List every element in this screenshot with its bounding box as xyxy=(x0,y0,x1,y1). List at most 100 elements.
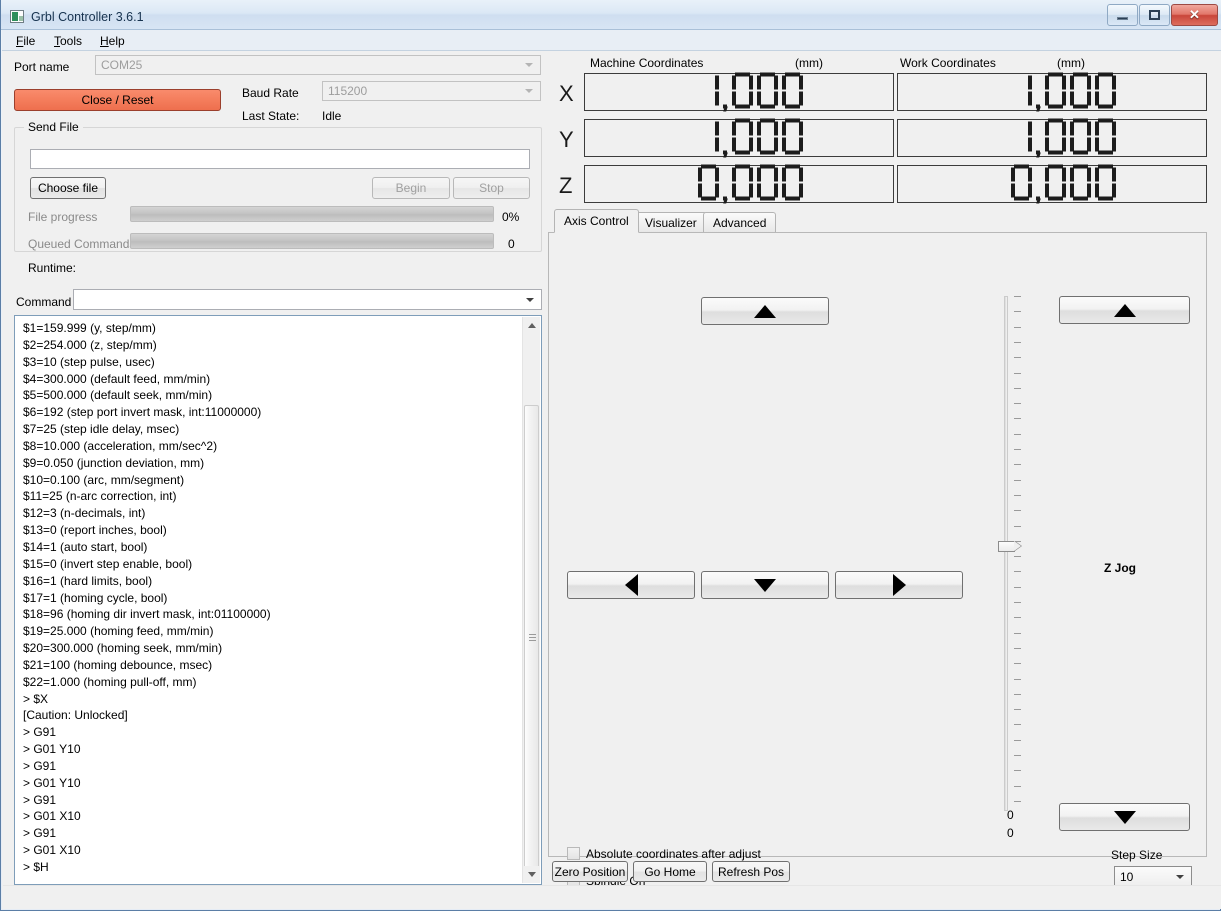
slider-min-label: 0 xyxy=(1007,808,1014,822)
console-line: $11=25 (n-arc correction, int) xyxy=(23,489,177,504)
menu-help[interactable]: Help xyxy=(94,33,131,49)
console-line: > G01 X10 xyxy=(23,809,81,824)
console-line: $20=300.000 (homing seek, mm/min) xyxy=(23,641,223,656)
machine-coordinates-unit: (mm) xyxy=(795,56,823,70)
step-size-value: 10 xyxy=(1120,869,1134,884)
chevron-down-icon xyxy=(528,872,536,877)
stop-button[interactable]: Stop xyxy=(453,177,530,199)
tab-axis-control[interactable]: Axis Control xyxy=(554,209,639,233)
console-line: $8=10.000 (acceleration, mm/sec^2) xyxy=(23,438,218,453)
console-line: $5=500.000 (default seek, mm/min) xyxy=(23,388,213,403)
absolute-coordinates-checkbox[interactable] xyxy=(567,847,580,860)
file-progress-label: File progress xyxy=(28,210,98,224)
refresh-pos-button[interactable]: Refresh Pos xyxy=(712,861,790,882)
maximize-icon xyxy=(1149,10,1160,20)
console-scrollbar[interactable] xyxy=(522,317,540,883)
menu-bar: File Tools Help xyxy=(2,30,1221,51)
console-line: $7=25 (step idle delay, msec) xyxy=(23,422,180,437)
seven-segment-digit xyxy=(732,118,753,155)
queued-commands-label: Queued Commands xyxy=(28,237,136,251)
machine-z-readout xyxy=(584,164,894,203)
z-jog-down-button[interactable] xyxy=(1059,803,1190,831)
work-x-readout xyxy=(897,72,1207,112)
menu-tools[interactable]: Tools xyxy=(48,33,88,49)
port-name-combo[interactable]: COM25 xyxy=(95,55,541,75)
menu-file[interactable]: File xyxy=(10,33,41,49)
begin-button[interactable]: Begin xyxy=(372,177,450,199)
command-input[interactable] xyxy=(73,289,542,310)
seven-segment-digit xyxy=(757,164,778,201)
decimal-point xyxy=(1036,119,1045,155)
machine-x-value xyxy=(698,72,807,112)
seven-segment-digit xyxy=(732,72,753,109)
decimal-point xyxy=(723,165,732,201)
axis-control-panel: 0 0 Z Jog Absolute coordinates after adj… xyxy=(548,232,1207,888)
console-line: > G01 X10 xyxy=(23,843,81,858)
z-jog-slider[interactable] xyxy=(998,296,1026,811)
console-line: $14=1 (auto start, bool) xyxy=(23,539,148,554)
console-output[interactable]: $1=159.999 (y, step/mm) $2=254.000 (z, st… xyxy=(14,315,542,885)
chevron-down-icon xyxy=(1176,874,1184,879)
seven-segment-digit xyxy=(757,118,778,155)
console-line: $3=10 (step pulse, usec) xyxy=(23,354,155,369)
last-state-label: Last State: xyxy=(242,109,300,123)
scrollbar-thumb[interactable] xyxy=(524,405,539,871)
minimize-button[interactable] xyxy=(1107,4,1138,26)
last-state-value: Idle xyxy=(322,109,342,123)
port-name-value: COM25 xyxy=(101,58,143,72)
file-path-input[interactable] xyxy=(30,149,530,169)
seven-segment-digit xyxy=(1095,164,1116,201)
jog-x-plus-button[interactable] xyxy=(835,571,963,599)
go-home-button[interactable]: Go Home xyxy=(633,861,707,882)
right-arrow-icon xyxy=(892,574,906,596)
machine-y-value xyxy=(698,118,807,158)
jog-y-plus-button[interactable] xyxy=(701,297,829,325)
command-label: Command xyxy=(16,295,72,309)
tab-advanced[interactable]: Advanced xyxy=(703,212,777,233)
console-line: $18=96 (homing dir invert mask, int:0110… xyxy=(23,607,271,622)
chevron-down-icon xyxy=(525,63,533,67)
app-icon xyxy=(10,10,24,23)
step-size-combo[interactable]: 10 xyxy=(1114,866,1192,887)
up-arrow-icon xyxy=(754,304,776,318)
status-strip xyxy=(3,885,1221,908)
seven-segment-digit xyxy=(1045,118,1066,155)
scroll-down-button[interactable] xyxy=(523,866,540,883)
absolute-coordinates-label: Absolute coordinates after adjust xyxy=(586,847,761,861)
z-jog-up-button[interactable] xyxy=(1059,296,1190,324)
work-x-value xyxy=(1011,72,1120,112)
slider-thumb[interactable] xyxy=(998,541,1015,552)
machine-x-readout xyxy=(584,72,894,112)
slider-ticks xyxy=(1014,296,1022,811)
work-coordinates-header: Work Coordinates xyxy=(900,56,996,70)
maximize-button[interactable] xyxy=(1139,4,1170,26)
seven-segment-digit xyxy=(698,73,719,109)
console-line: > G91 xyxy=(23,792,57,807)
queued-commands-value: 0 xyxy=(508,237,515,251)
jog-x-minus-button[interactable] xyxy=(567,571,695,599)
jog-y-minus-button[interactable] xyxy=(701,571,829,599)
seven-segment-digit xyxy=(1011,73,1032,109)
minimize-icon xyxy=(1117,17,1128,20)
console-line: > G91 xyxy=(23,725,57,740)
tab-visualizer[interactable]: Visualizer xyxy=(635,212,707,233)
queued-commands-bar xyxy=(130,233,494,249)
chevron-down-icon xyxy=(525,89,533,93)
choose-file-button[interactable]: Choose file xyxy=(30,177,106,199)
decimal-point xyxy=(723,73,732,109)
axis-label-y: Y xyxy=(559,127,574,152)
machine-coordinates-header: Machine Coordinates xyxy=(590,56,704,70)
scroll-up-button[interactable] xyxy=(523,317,540,334)
runtime-label: Runtime: xyxy=(28,261,77,275)
close-reset-button[interactable]: Close / Reset xyxy=(14,89,221,111)
down-arrow-icon xyxy=(1113,810,1136,824)
baud-rate-combo[interactable]: 115200 xyxy=(322,81,541,101)
baud-rate-value: 115200 xyxy=(328,84,368,98)
zero-position-button[interactable]: Zero Position xyxy=(552,861,628,882)
work-y-readout xyxy=(897,118,1207,157)
console-line: $4=300.000 (default feed, mm/min) xyxy=(23,371,211,386)
close-button[interactable]: ✕ xyxy=(1171,4,1218,26)
console-line: $6=192 (step port invert mask, int:11000… xyxy=(23,405,262,420)
chevron-down-icon xyxy=(526,297,534,302)
console-line: $10=0.100 (arc, mm/segment) xyxy=(23,472,185,487)
